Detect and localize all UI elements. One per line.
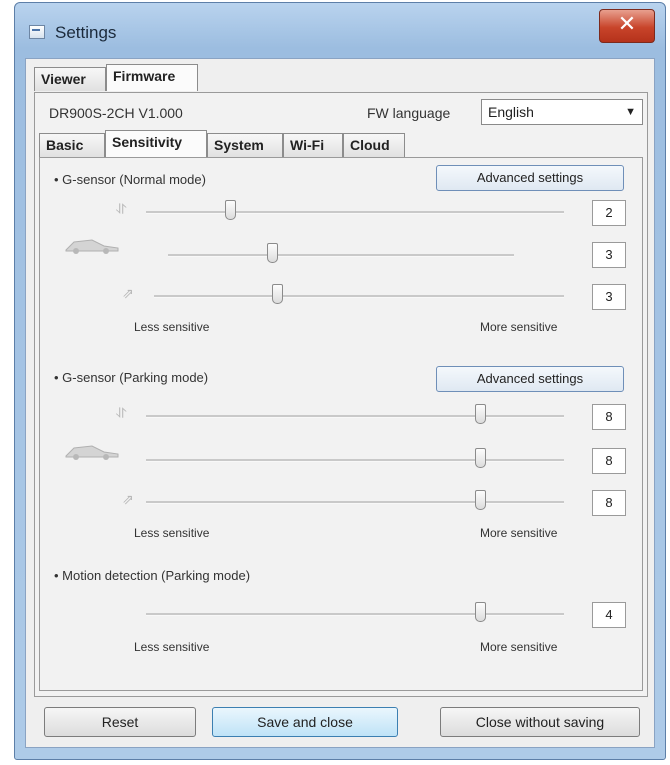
slider-track [146,613,564,616]
tab-wifi[interactable]: Wi-Fi [283,133,343,157]
gsensor-parking-longitudinal-value[interactable]: 8 [592,490,626,516]
slider-thumb[interactable] [475,448,487,468]
gsensor-parking-longitudinal-slider[interactable] [146,490,564,514]
tab-cloud[interactable]: Cloud [343,133,405,157]
tab-system[interactable]: System [207,133,283,157]
more-sensitive-label: More sensitive [480,526,558,540]
slider-track [154,295,564,298]
title-bar[interactable]: Settings ✕ [15,3,665,59]
slider-track [146,501,564,504]
dialog-body: Viewer Firmware DR900S-2CH V1.000 FW lan… [25,58,655,748]
gsensor-normal-label: • G-sensor (Normal mode) [54,172,206,187]
gsensor-parking-vertical-slider[interactable] [146,404,564,428]
app-icon [29,25,45,39]
tab-basic[interactable]: Basic [39,133,105,157]
slider-thumb[interactable] [475,490,487,510]
less-sensitive-label: Less sensitive [134,526,210,540]
forward-arrow-icon: ⇗ [122,286,134,302]
gsensor-parking-lateral-value[interactable]: 8 [592,448,626,474]
tab-firmware[interactable]: Firmware [106,64,198,91]
car-side-icon [65,445,119,460]
gsensor-parking-lateral-slider[interactable] [146,448,564,472]
advanced-settings-normal-button[interactable]: Advanced settings [436,165,624,191]
settings-window: Settings ✕ Viewer Firmware DR900S-2CH V1… [14,2,666,760]
tab-sensitivity[interactable]: Sensitivity [105,130,207,157]
slider-track [146,415,564,418]
slider-track [146,459,564,462]
up-down-arrow-icon: ⥯ [116,406,127,422]
save-and-close-button[interactable]: Save and close [212,707,398,737]
dropdown-arrow-icon: ▼ [625,106,636,118]
gsensor-parking-vertical-value[interactable]: 8 [592,404,626,430]
close-button[interactable]: ✕ [599,9,655,43]
gsensor-normal-vertical-slider[interactable] [146,200,564,224]
motion-detection-label: • Motion detection (Parking mode) [54,568,251,583]
slider-track [146,211,564,214]
slider-thumb[interactable] [272,284,283,304]
fw-language-select[interactable]: English ▼ [481,99,643,125]
firmware-panel: DR900S-2CH V1.000 FW language English ▼ … [34,92,648,697]
sensitivity-panel: • G-sensor (Normal mode) Advanced settin… [39,157,643,691]
gsensor-normal-vertical-value[interactable]: 2 [592,200,626,226]
fw-language-value: English [488,104,534,120]
tab-viewer[interactable]: Viewer [34,67,106,91]
motion-detection-value[interactable]: 4 [592,602,626,628]
slider-track [168,254,514,257]
fw-language-label: FW language [367,105,451,121]
less-sensitive-label: Less sensitive [134,320,210,334]
gsensor-normal-lateral-slider[interactable] [168,243,514,267]
more-sensitive-label: More sensitive [480,640,558,654]
gsensor-parking-label: • G-sensor (Parking mode) [54,370,209,385]
slider-thumb[interactable] [475,404,487,424]
close-without-saving-button[interactable]: Close without saving [440,707,640,737]
up-down-arrow-icon: ⥯ [116,202,127,218]
advanced-settings-parking-button[interactable]: Advanced settings [436,366,624,392]
slider-thumb[interactable] [475,602,487,622]
forward-arrow-icon: ⇗ [122,492,134,508]
gsensor-normal-longitudinal-value[interactable]: 3 [592,284,626,310]
reset-button[interactable]: Reset [44,707,196,737]
less-sensitive-label: Less sensitive [134,640,210,654]
motion-detection-slider[interactable] [146,602,564,626]
slider-thumb[interactable] [266,243,278,263]
more-sensitive-label: More sensitive [480,320,558,334]
slider-thumb[interactable] [224,200,236,220]
car-side-icon [65,239,119,254]
inner-tab-strip: Basic Sensitivity System Wi-Fi Cloud [39,130,439,159]
model-version-label: DR900S-2CH V1.000 [49,105,183,121]
gsensor-normal-longitudinal-slider[interactable] [154,284,564,308]
window-title: Settings [55,23,117,42]
gsensor-normal-lateral-value[interactable]: 3 [592,242,626,268]
